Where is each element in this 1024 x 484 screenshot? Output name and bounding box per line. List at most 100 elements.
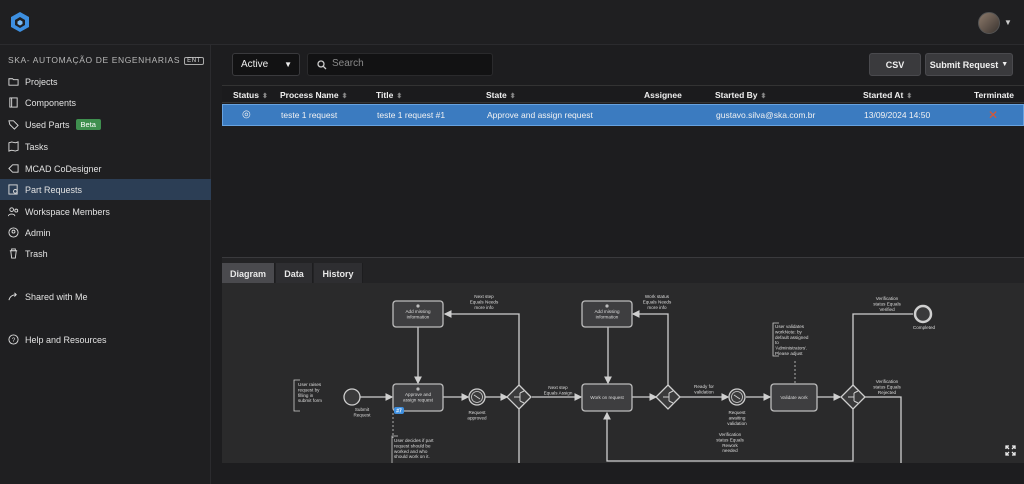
folder-icon xyxy=(8,78,19,86)
sidebar-item-tasks[interactable]: Tasks xyxy=(0,136,211,157)
label-task-validate: Validate work xyxy=(780,395,808,400)
sidebar-item-help[interactable]: ? Help and Resources xyxy=(0,329,211,350)
detail-tabs: Diagram Data History xyxy=(222,257,1024,284)
main-content: Active ▼ CSV Submit Request ▼ Status⬍ Pr… xyxy=(222,45,1024,484)
table-header: Status ⬍ Process Name ⬍ Title ⬍ State ⬍ Assi… xyxy=(222,85,1024,103)
label-task-approve: Approve and assign request xyxy=(403,392,434,402)
tab-diagram[interactable]: Diagram xyxy=(222,263,275,284)
fit-to-screen-icon[interactable] xyxy=(1005,445,1016,456)
help-icon: ? xyxy=(8,334,19,345)
end-event xyxy=(913,304,933,324)
label-verification-rework: Verification status Equals Rework needed xyxy=(716,432,744,453)
label-next-step-assign: Next step Equals Assign xyxy=(544,385,573,395)
annotation-user-decides: User decides if part request should be wor… xyxy=(394,438,434,459)
sidebar-item-label: Admin xyxy=(25,227,51,238)
admin-icon xyxy=(8,227,19,238)
sidebar-item-label: Trash xyxy=(25,248,48,259)
column-header-started-at[interactable]: Started At ⬍ xyxy=(863,90,912,100)
codesigner-icon xyxy=(8,164,19,173)
search-icon xyxy=(317,60,327,70)
label-next-step-needs-info: Next step Equals Needs more info xyxy=(470,294,499,310)
sidebar-item-label: Used Parts xyxy=(25,119,70,130)
instance-count-label: #7 xyxy=(396,409,402,415)
column-header-terminate: Terminate xyxy=(974,90,1014,100)
sidebar-item-label: Projects xyxy=(25,76,58,87)
sidebar-item-workspace-members[interactable]: Workspace Members xyxy=(0,201,211,222)
sort-icon: ⬍ xyxy=(261,93,268,100)
sidebar-item-part-requests[interactable]: Part Requests xyxy=(0,179,211,200)
sidebar-item-trash[interactable]: Trash xyxy=(0,243,211,264)
table-row[interactable]: ◎ teste 1 request teste 1 request #1 App… xyxy=(222,104,1024,126)
sidebar-item-label: Workspace Members xyxy=(25,206,110,217)
sidebar: SKA- AUTOMAÇÃO DE ENGENHARIAS ENT Project… xyxy=(0,45,211,484)
annotation-submit-request: User raises request by filling in submit fo… xyxy=(298,382,322,403)
column-header-started-by[interactable]: Started By ⬍ xyxy=(715,90,766,100)
submit-request-button[interactable]: Submit Request ▼ xyxy=(925,53,1013,76)
sort-icon: ⬍ xyxy=(906,93,913,100)
members-icon xyxy=(8,207,19,217)
column-header-title[interactable]: Title ⬍ xyxy=(376,90,402,100)
label-verification-verified: Verification status Equals Verified xyxy=(873,296,901,312)
caret-down-icon: ▼ xyxy=(1001,61,1009,68)
sidebar-item-label: Shared with Me xyxy=(25,291,88,302)
cell-started-at: 13/09/2024 14:50 xyxy=(864,110,931,120)
chevron-down-icon[interactable]: ▼ xyxy=(1004,18,1012,27)
label-task-work: Work on request xyxy=(590,395,624,400)
sidebar-item-components[interactable]: Components xyxy=(0,92,211,113)
search-box[interactable] xyxy=(307,53,493,76)
process-diagram[interactable]: #7 Add missing information Approve and ass… xyxy=(222,283,1024,463)
chevron-down-icon: ▼ xyxy=(284,60,292,69)
status-filter-value: Active xyxy=(241,59,269,70)
organization-label: SKA- AUTOMAÇÃO DE ENGENHARIAS xyxy=(8,55,181,65)
tab-history[interactable]: History xyxy=(314,263,363,284)
column-header-process-name[interactable]: Process Name ⬍ xyxy=(280,90,347,100)
column-header-status[interactable]: Status ⬍ xyxy=(233,90,268,100)
start-event xyxy=(343,388,361,406)
status-indicator-icon: ◎ xyxy=(242,109,251,120)
cell-started-by: gustavo.silva@ska.com.br xyxy=(716,110,816,120)
csv-button[interactable]: CSV xyxy=(869,53,921,76)
sort-icon: ⬍ xyxy=(509,93,516,100)
label-start-event: Submit Request xyxy=(353,407,371,417)
sidebar-item-label: Help and Resources xyxy=(25,334,107,345)
label-work-status-needs-info: Work status Equals Needs more info xyxy=(643,294,672,310)
app-logo-icon[interactable] xyxy=(9,11,31,33)
sort-icon: ⬍ xyxy=(396,93,403,100)
components-icon xyxy=(9,97,18,108)
label-awaiting-validation: Request awaiting validation xyxy=(727,410,747,426)
organization-name[interactable]: SKA- AUTOMAÇÃO DE ENGENHARIAS ENT xyxy=(8,55,204,65)
label-task-add-info-2: Add missing information xyxy=(594,309,619,319)
search-input[interactable] xyxy=(332,58,482,69)
tasks-icon xyxy=(8,141,19,152)
trash-icon xyxy=(9,248,18,259)
label-verification-rejected: Verification status Equals Rejected xyxy=(873,379,901,395)
sidebar-item-label: MCAD CoDesigner xyxy=(25,163,102,174)
sidebar-item-shared-with-me[interactable]: Shared with Me xyxy=(0,286,211,307)
column-header-state[interactable]: State ⬍ xyxy=(486,90,516,100)
tab-data[interactable]: Data xyxy=(276,263,313,284)
beta-badge: Beta xyxy=(75,119,101,130)
sort-icon: ⬍ xyxy=(760,93,767,100)
cell-title: teste 1 request #1 xyxy=(377,110,446,120)
annotation-user-validates: User validates workNote: by default assign… xyxy=(775,324,809,356)
terminate-close-icon[interactable]: ✕ xyxy=(988,108,998,122)
status-filter-select[interactable]: Active ▼ xyxy=(232,53,300,76)
top-bar: ▼ xyxy=(0,0,1024,45)
sidebar-item-used-parts[interactable]: Used Parts Beta xyxy=(0,114,211,135)
submit-request-label: Submit Request xyxy=(929,59,999,70)
label-task-add-info-1: Add missing information xyxy=(405,309,430,319)
sidebar-item-mcad-codesigner[interactable]: MCAD CoDesigner xyxy=(0,158,211,179)
label-ready-for-validation: Ready for validation xyxy=(694,384,714,394)
user-avatar[interactable] xyxy=(978,12,1000,34)
sidebar-item-label: Tasks xyxy=(25,141,49,152)
share-icon xyxy=(8,292,17,301)
sidebar-item-admin[interactable]: Admin xyxy=(0,222,211,243)
sidebar-item-label: Part Requests xyxy=(25,184,83,195)
svg-text:?: ? xyxy=(12,337,16,344)
sidebar-item-label: Components xyxy=(25,97,77,108)
part-requests-icon xyxy=(8,184,18,195)
column-header-assignee[interactable]: Assignee xyxy=(644,90,682,100)
sidebar-item-projects[interactable]: Projects xyxy=(0,71,211,92)
label-end-event: Completed xyxy=(913,325,936,330)
label-request-approved: Request approved xyxy=(467,410,487,420)
